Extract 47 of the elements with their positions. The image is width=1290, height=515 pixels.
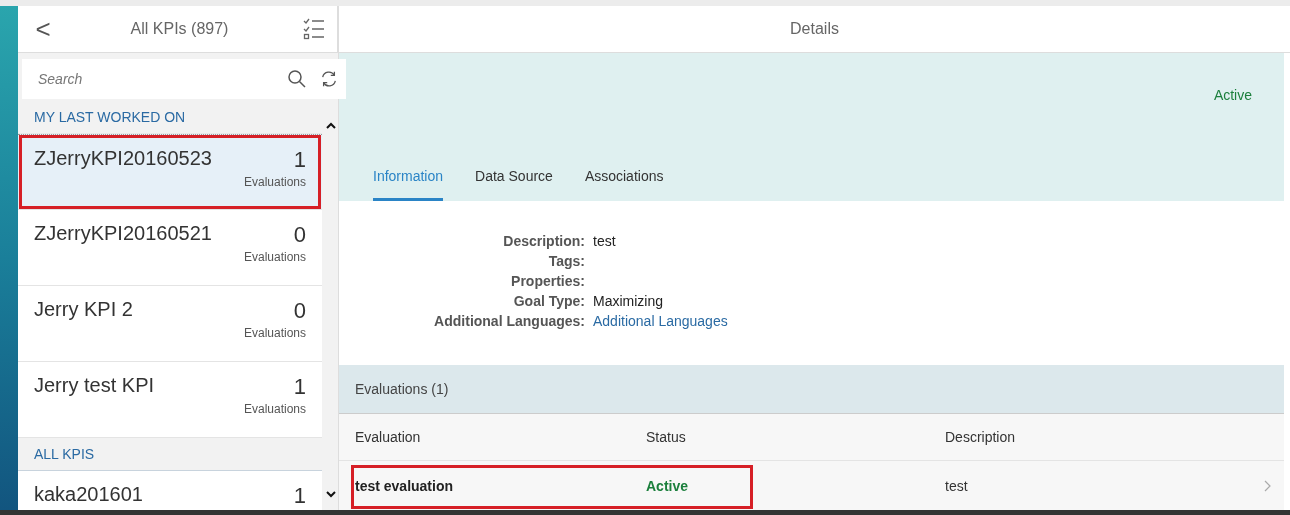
evaluation-count: 0 [293,222,306,248]
kpi-name: ZJerryKPI20160521 [34,222,212,245]
languages-link[interactable]: Additional Languages [593,313,1284,329]
back-button[interactable]: < [18,13,68,45]
search-field[interactable]: Search [22,59,346,99]
field-label: Tags: [547,253,585,269]
kpi-list-item[interactable]: kaka201601 1 [18,471,322,510]
multi-select-icon[interactable] [303,18,325,40]
evaluation-count: 1 [293,374,306,400]
evaluation-count: 0 [293,298,306,324]
field-value: test [593,233,617,249]
evaluations-header: Evaluations (1) [339,365,1284,413]
column-header: Evaluation [355,429,422,445]
evaluation-unit: Evaluations [243,250,306,264]
table-cell-text: test [945,477,969,494]
kpi-list-item[interactable]: Jerry KPI 2 0 Evaluations [18,286,322,362]
tab[interactable]: Associations [584,168,664,201]
kpi-name: Jerry KPI 2 [34,298,133,321]
evaluation-unit: Evaluations [243,402,306,416]
scroll-up-icon[interactable] [326,122,336,130]
tab[interactable]: Data Source [475,168,553,201]
field-label: Goal Type: [512,293,585,309]
refresh-icon[interactable] [320,70,338,88]
field-label: Properties: [510,273,585,289]
kpi-list-item[interactable]: ZJerryKPI20160521 0 Evaluations [18,210,322,286]
search-icon[interactable] [288,70,306,88]
table-cell-text: Active [646,477,690,494]
list-title: All KPIs (897) [129,20,230,38]
table-cell-text: test evaluation [355,477,455,494]
status-text: Active [1213,87,1252,103]
evaluation-unit: Evaluations [243,175,306,189]
evaluation-row[interactable]: test evaluation Active test [339,461,1284,510]
evaluation-unit: Evaluations [243,326,306,340]
column-header: Description [945,429,1017,445]
evaluation-count: 1 [293,483,306,509]
kpi-list-item[interactable]: Jerry test KPI 1 Evaluations [18,362,322,438]
kpi-name: Jerry test KPI [34,374,155,397]
evaluation-count: 1 [293,147,306,173]
field-label: Description: [502,233,585,249]
kpi-name: kaka201601 [34,483,143,506]
kpi-list-item[interactable]: ZJerryKPI20160523 1 Evaluations [18,134,322,210]
field-value: Maximizing [593,293,664,309]
chevron-icon [1264,479,1272,492]
field-label: Additional Languages: [433,313,585,329]
column-header: Status [646,429,687,445]
kpi-name: ZJerryKPI20160523 [34,147,212,170]
scroll-down-icon[interactable] [326,490,336,498]
